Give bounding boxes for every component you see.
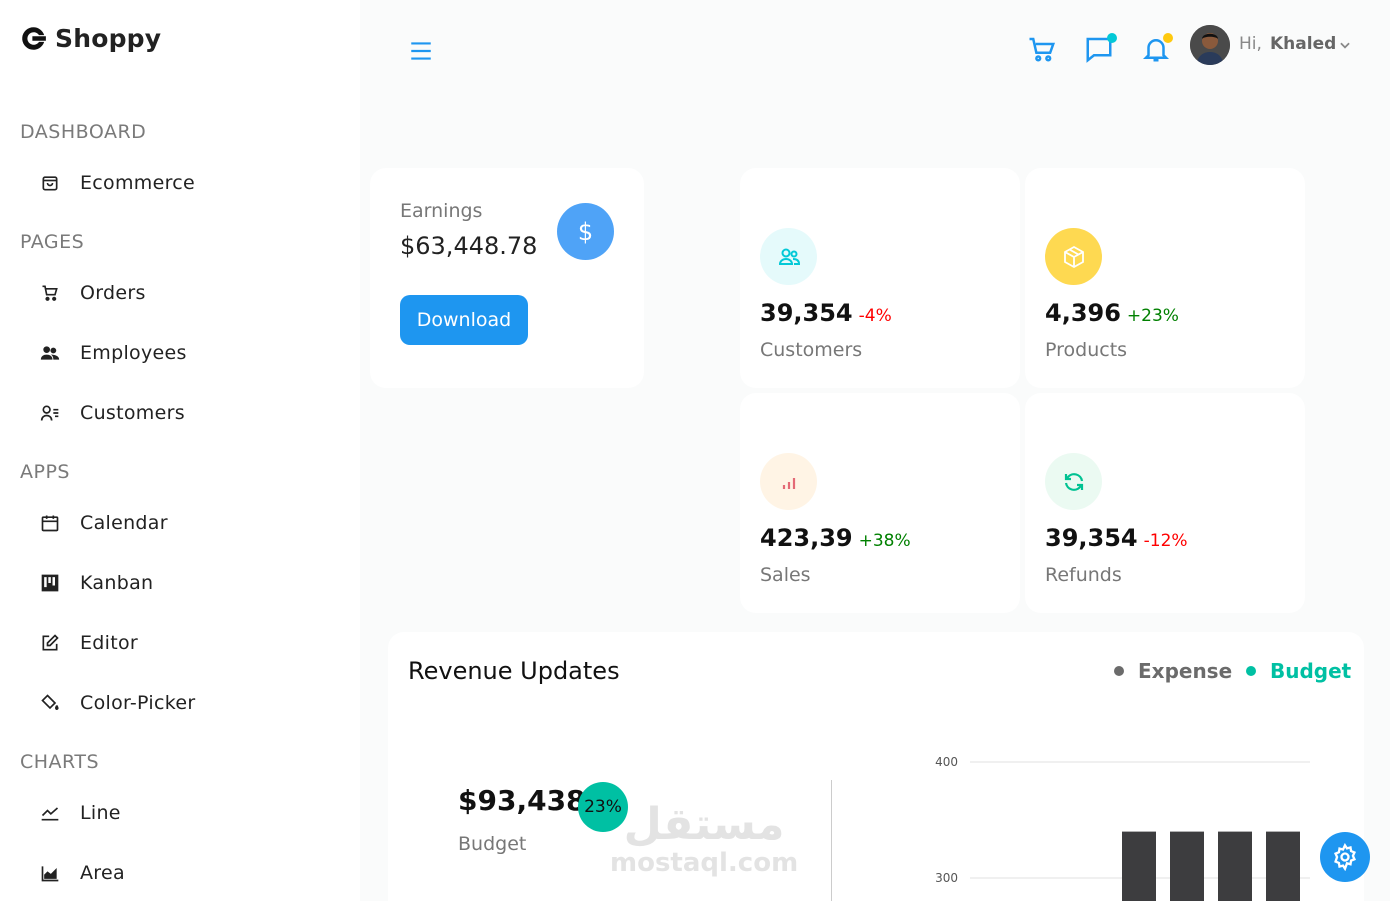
username[interactable]: Khaled (1270, 34, 1336, 54)
watermark-latin: mostaql.com (610, 848, 799, 878)
sidebar-item-label: Line (80, 802, 121, 824)
user-list-icon (40, 401, 80, 425)
watermark-arabic: مستقل (623, 799, 785, 850)
sidebar-item-editor[interactable]: Editor (40, 626, 340, 660)
stat-card-refunds: 39,354 -12% Refunds (1025, 393, 1305, 613)
sidebar-item-employees[interactable]: Employees (40, 336, 340, 370)
download-button[interactable]: Download (400, 295, 528, 345)
legend-label: Budget (1270, 659, 1352, 683)
earnings-card: Earnings $63,448.78 $ Download (370, 168, 644, 388)
sidebar-item-area[interactable]: Area (40, 856, 340, 890)
sidebar-item-label: Orders (80, 282, 146, 304)
section-title-dashboard: DASHBOARD (20, 121, 147, 143)
people-icon (40, 341, 80, 365)
legend-expense[interactable]: Expense (1114, 659, 1232, 683)
dollar-icon: $ (557, 203, 614, 260)
gear-icon (1333, 843, 1357, 871)
stat-value: 39,354 -12% (1045, 524, 1188, 552)
customers-icon (760, 228, 817, 285)
sidebar-item-orders[interactable]: Orders (40, 276, 340, 310)
stat-value: 4,396 +23% (1045, 299, 1179, 327)
bar (1266, 831, 1300, 901)
bar (1170, 831, 1204, 901)
revenue-title: Revenue Updates (408, 657, 620, 685)
section-title-apps: APPS (20, 461, 70, 483)
watermark: مستقل mostaql.com (610, 799, 799, 878)
y-tick-label: 400 (935, 755, 958, 769)
sidebar-item-color-picker[interactable]: Color-Picker (40, 686, 340, 720)
settings-button[interactable] (1320, 832, 1370, 882)
sidebar-item-kanban[interactable]: Kanban (40, 566, 340, 600)
revenue-bar-chart: 400 300 (935, 755, 1310, 901)
stat-percentage: +38% (858, 531, 911, 551)
line-chart-icon (40, 801, 80, 825)
stat-card-products: 4,396 +23% Products (1025, 168, 1305, 388)
revenue-card: Revenue Updates Expense Budget $93,438 2… (388, 632, 1364, 901)
sidebar: Shoppy DASHBOARD Ecommerce PAGES Orders … (0, 0, 360, 901)
paint-bucket-icon (40, 691, 80, 715)
chat-notification-dot (1107, 33, 1117, 43)
budget-value: $93,438 (458, 784, 586, 817)
box-icon (1045, 228, 1102, 285)
bar-chart-icon (760, 453, 817, 510)
legend-dot (1114, 666, 1124, 676)
sidebar-item-label: Color-Picker (80, 692, 196, 714)
sidebar-item-label: Calendar (80, 512, 168, 534)
app-name: Shoppy (55, 24, 162, 53)
section-title-pages: PAGES (20, 231, 85, 253)
y-tick-label: 300 (935, 871, 958, 885)
sidebar-item-ecommerce[interactable]: Ecommerce (40, 166, 340, 200)
shopping-bag-icon (40, 171, 80, 195)
stat-card-sales: 423,39 +38% Sales (740, 393, 1020, 613)
stat-value: 39,354 -4% (760, 299, 892, 327)
bar (1218, 831, 1252, 901)
stat-value: 423,39 +38% (760, 524, 911, 552)
sidebar-item-label: Customers (80, 402, 185, 424)
stat-title: Products (1045, 339, 1128, 361)
sidebar-item-calendar[interactable]: Calendar (40, 506, 340, 540)
greeting: Hi, (1239, 34, 1262, 54)
budget-label: Budget (458, 833, 527, 855)
stat-title: Customers (760, 339, 863, 361)
legend-budget[interactable]: Budget (1246, 659, 1351, 683)
legend-label: Expense (1138, 659, 1233, 683)
sidebar-item-label: Editor (80, 632, 139, 654)
sidebar-item-label: Employees (80, 342, 187, 364)
stat-percentage: +23% (1126, 306, 1179, 326)
shoppy-logo-icon (22, 27, 46, 50)
stat-title: Refunds (1045, 564, 1122, 586)
sidebar-item-line[interactable]: Line (40, 796, 340, 830)
stat-percentage: -4% (858, 306, 892, 326)
cart-icon (40, 281, 80, 305)
chevron-down-icon[interactable] (1338, 38, 1352, 52)
cart-icon[interactable] (1027, 34, 1057, 64)
stat-card-customers: 39,354 -4% Customers (740, 168, 1020, 388)
divider (831, 780, 832, 901)
earnings-value: $63,448.78 (400, 232, 538, 260)
calendar-icon (40, 511, 80, 535)
sidebar-item-customers[interactable]: Customers (40, 396, 340, 430)
earnings-label: Earnings (400, 200, 483, 222)
menu-icon[interactable] (408, 38, 434, 64)
bar (1122, 831, 1156, 901)
kanban-icon (40, 571, 80, 595)
stat-title: Sales (760, 564, 811, 586)
section-title-charts: CHARTS (20, 751, 100, 773)
legend-dot (1246, 666, 1256, 676)
app-logo[interactable]: Shoppy (20, 24, 161, 53)
stat-percentage: -12% (1143, 531, 1188, 551)
refresh-icon (1045, 453, 1102, 510)
sidebar-item-label: Ecommerce (80, 172, 196, 194)
sidebar-item-label: Kanban (80, 572, 154, 594)
sidebar-item-label: Area (80, 862, 125, 884)
avatar[interactable] (1190, 25, 1230, 65)
area-chart-icon (40, 861, 80, 885)
bell-notification-dot (1163, 33, 1173, 43)
edit-icon (40, 631, 80, 655)
